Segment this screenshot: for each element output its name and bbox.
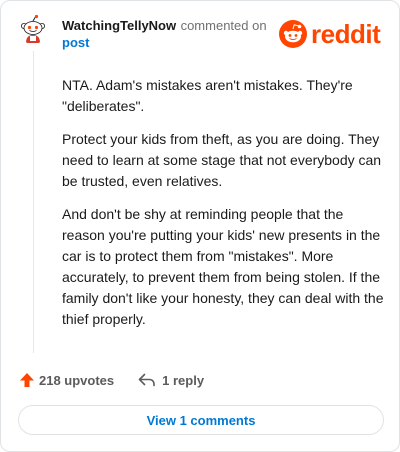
upvote-count: 218 upvotes bbox=[39, 372, 115, 388]
comment-body: NTA. Adam's mistakes aren't mistakes. Th… bbox=[62, 75, 388, 342]
view-comments-button[interactable]: View 1 comments bbox=[18, 405, 384, 435]
reply-arrow-icon bbox=[138, 373, 155, 387]
action-text: commented on bbox=[180, 18, 267, 33]
comment-paragraph: Protect your kids from theft, as you are… bbox=[62, 131, 382, 189]
comment-meta: WatchingTellyNow commented on post bbox=[62, 17, 277, 51]
comment-paragraph: And don't be shy at reminding people tha… bbox=[62, 206, 384, 327]
comment-paragraph: NTA. Adam's mistakes aren't mistakes. Th… bbox=[62, 77, 353, 114]
username[interactable]: WatchingTellyNow bbox=[62, 18, 176, 33]
post-link[interactable]: post bbox=[62, 34, 277, 51]
snoo-avatar-icon bbox=[18, 14, 48, 44]
reply-button[interactable]: 1 reply bbox=[138, 373, 204, 388]
reddit-wordmark: reddit bbox=[311, 19, 381, 49]
comment-card: WatchingTellyNow commented on post reddi… bbox=[0, 0, 400, 452]
comment-actions: 218 upvotes 1 reply bbox=[19, 370, 204, 390]
thread-line[interactable] bbox=[33, 51, 34, 353]
reddit-logo[interactable]: reddit bbox=[279, 19, 383, 49]
upvote-button[interactable]: 218 upvotes bbox=[19, 372, 114, 388]
avatar[interactable] bbox=[18, 14, 48, 44]
reply-count: 1 reply bbox=[162, 372, 205, 388]
upvote-arrow-icon bbox=[20, 373, 34, 387]
reddit-snoo-icon bbox=[279, 20, 307, 48]
